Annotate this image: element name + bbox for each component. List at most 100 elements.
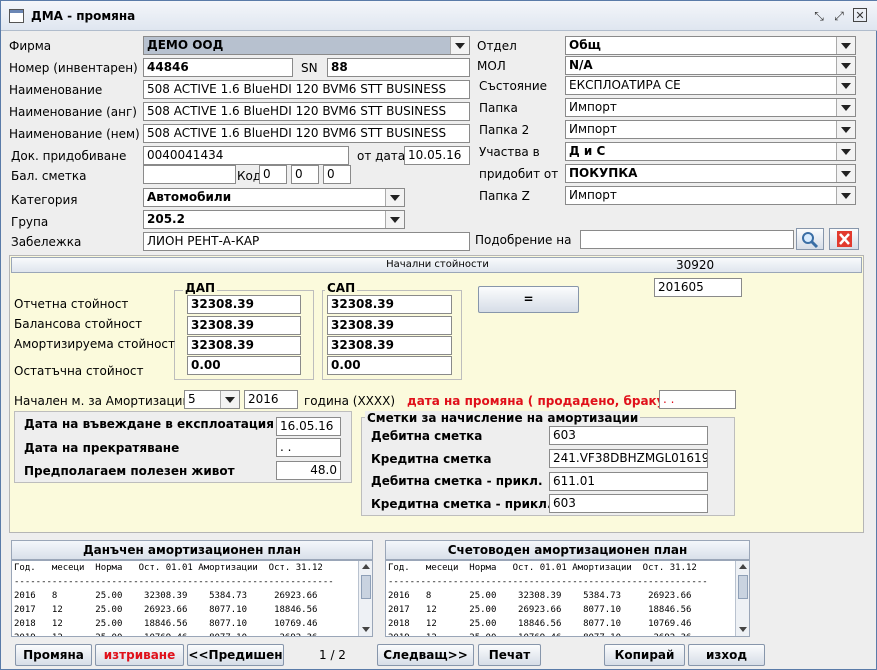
chevron-down-icon[interactable] bbox=[836, 187, 855, 204]
name-de-label: Наименование (нем) bbox=[9, 127, 140, 141]
window-title: ДМА - промяна bbox=[31, 9, 136, 23]
number-label: Номер (инвентарен) bbox=[9, 61, 138, 75]
clear-button[interactable] bbox=[829, 228, 859, 250]
scroll-up-icon[interactable] bbox=[362, 564, 370, 569]
restore-icon[interactable]: ⤡ bbox=[811, 8, 827, 24]
balance-sap-input[interactable]: 32308.39 bbox=[327, 316, 452, 335]
category-label: Категория bbox=[11, 193, 78, 207]
acc-plan-scrollbar[interactable] bbox=[735, 561, 749, 636]
tax-plan-scrollbar[interactable] bbox=[358, 561, 372, 636]
page-indicator: 1 / 2 bbox=[319, 648, 346, 662]
chevron-down-icon[interactable] bbox=[836, 99, 855, 116]
doc-date-input[interactable]: 10.05.16 bbox=[404, 146, 470, 165]
year-format-label: година (XXXX) bbox=[304, 394, 396, 408]
print-button[interactable]: Печат bbox=[478, 644, 541, 666]
folder2-label: Папка 2 bbox=[479, 123, 530, 137]
copy-button[interactable]: Копирай bbox=[604, 644, 685, 666]
dap-label: ДАП bbox=[183, 281, 218, 295]
credit-account-label: Кредитна сметка bbox=[371, 452, 492, 466]
dept-label: Отдел bbox=[477, 39, 517, 53]
firm-select[interactable]: ДЕМО ООД bbox=[143, 36, 470, 55]
scroll-down-icon[interactable] bbox=[739, 627, 747, 632]
mol-select[interactable]: N/A bbox=[565, 56, 856, 75]
residual-dap-input[interactable]: 0.00 bbox=[187, 356, 301, 375]
useful-life-input[interactable]: 48.0 bbox=[276, 461, 341, 480]
delete-x-icon bbox=[837, 231, 852, 247]
residual-sap-input[interactable]: 0.00 bbox=[327, 356, 452, 375]
chevron-down-icon[interactable] bbox=[836, 165, 855, 182]
credit-account-closing-input[interactable]: 603 bbox=[549, 494, 708, 513]
delete-button[interactable]: изтриване bbox=[95, 644, 184, 666]
category-select[interactable]: Автомобили bbox=[143, 188, 405, 207]
chevron-down-icon[interactable] bbox=[385, 211, 404, 228]
maximize-icon[interactable]: ⤢ bbox=[831, 8, 847, 24]
report-dap-input[interactable]: 32308.39 bbox=[187, 295, 301, 314]
code-input-3[interactable]: 0 bbox=[323, 165, 351, 184]
exit-button[interactable]: изход bbox=[688, 644, 765, 666]
chevron-down-icon[interactable] bbox=[836, 37, 855, 54]
name-de-input[interactable]: 508 ACTIVE 1.6 BlueHDI 120 BVM6 STT BUSI… bbox=[143, 124, 470, 143]
folder-select[interactable]: Импорт bbox=[565, 98, 856, 117]
amortizable-sap-input[interactable]: 32308.39 bbox=[327, 336, 452, 355]
code-input-2[interactable]: 0 bbox=[291, 165, 319, 184]
commission-date-label: Дата на въвеждане в експлоатация bbox=[24, 417, 274, 431]
scroll-thumb[interactable] bbox=[361, 575, 371, 599]
period-input[interactable]: 201605 bbox=[654, 278, 742, 297]
scroll-thumb[interactable] bbox=[738, 575, 748, 599]
title-bar[interactable]: ДМА - промяна ⤡ ⤢ ✕ bbox=[1, 1, 877, 31]
name-en-input[interactable]: 508 ACTIVE 1.6 BlueHDI 120 BVM6 STT BUSI… bbox=[143, 102, 470, 121]
start-month-select[interactable]: 5 bbox=[184, 390, 240, 409]
window-icon bbox=[9, 9, 24, 23]
number-input[interactable]: 44846 bbox=[143, 58, 293, 77]
name-input[interactable]: 508 ACTIVE 1.6 BlueHDI 120 BVM6 STT BUSI… bbox=[143, 80, 470, 99]
chevron-down-icon[interactable] bbox=[836, 57, 855, 74]
chevron-down-icon[interactable] bbox=[450, 37, 469, 54]
credit-account-input[interactable]: 241.VF38DBHZMGL016194 bbox=[549, 449, 708, 468]
chevron-down-icon[interactable] bbox=[836, 77, 855, 94]
note-input[interactable]: ЛИОН РЕНТ-А-КАР bbox=[143, 232, 470, 251]
equals-button[interactable]: = bbox=[478, 286, 579, 313]
folder-label: Папка bbox=[479, 101, 518, 115]
state-select[interactable]: ЕКСПЛОАТИРА СЕ bbox=[565, 76, 856, 95]
folderz-select[interactable]: Импорт bbox=[565, 186, 856, 205]
chevron-down-icon[interactable] bbox=[836, 143, 855, 160]
participates-select[interactable]: Д и С bbox=[565, 142, 856, 161]
acquired-select[interactable]: ПОКУПКА bbox=[565, 164, 856, 183]
code-input-1[interactable]: 0 bbox=[259, 165, 287, 184]
scroll-down-icon[interactable] bbox=[362, 627, 370, 632]
acc-plan-table[interactable]: Год. месеци Норма Ост. 01.01 Амортизации… bbox=[385, 560, 750, 637]
firm-label: Фирма bbox=[9, 39, 52, 53]
search-icon bbox=[802, 232, 819, 249]
improvement-input[interactable] bbox=[580, 230, 794, 249]
amortizable-dap-input[interactable]: 32308.39 bbox=[187, 336, 301, 355]
residual-value-label: Остатъчна стойност bbox=[14, 364, 144, 378]
next-button[interactable]: Следващ>> bbox=[377, 644, 474, 666]
group-label: Група bbox=[11, 215, 49, 229]
group-select[interactable]: 205.2 bbox=[143, 210, 405, 229]
sn-input[interactable]: 88 bbox=[327, 58, 470, 77]
folder2-select[interactable]: Импорт bbox=[565, 120, 856, 139]
acquired-value: ПОКУПКА bbox=[569, 166, 638, 180]
bal-input[interactable] bbox=[143, 165, 236, 184]
tax-plan-table[interactable]: Год. месеци Норма Ост. 01.01 Амортизации… bbox=[11, 560, 373, 637]
stop-date-input[interactable]: . . bbox=[276, 438, 341, 457]
folderz-label: Папка Z bbox=[479, 189, 530, 203]
chevron-down-icon[interactable] bbox=[836, 121, 855, 138]
previous-button[interactable]: <<Предишен bbox=[187, 644, 284, 666]
report-sap-input[interactable]: 32308.39 bbox=[327, 295, 452, 314]
debit-account-closing-input[interactable]: 611.01 bbox=[549, 472, 708, 491]
dept-select[interactable]: Общ bbox=[565, 36, 856, 55]
search-button[interactable] bbox=[796, 228, 824, 250]
balance-dap-input[interactable]: 32308.39 bbox=[187, 316, 301, 335]
scroll-up-icon[interactable] bbox=[739, 564, 747, 569]
change-date-input[interactable]: . . bbox=[659, 390, 736, 409]
initial-values-number: 30920 bbox=[676, 258, 715, 272]
chevron-down-icon[interactable] bbox=[385, 189, 404, 206]
start-year-input[interactable]: 2016 bbox=[244, 390, 298, 409]
debit-account-input[interactable]: 603 bbox=[549, 426, 708, 445]
commission-date-input[interactable]: 16.05.16 bbox=[276, 417, 341, 436]
doc-input[interactable]: 0040041434 bbox=[143, 146, 349, 165]
close-icon[interactable]: ✕ bbox=[853, 8, 867, 22]
chevron-down-icon[interactable] bbox=[220, 391, 239, 408]
change-button[interactable]: Промяна bbox=[15, 644, 92, 666]
